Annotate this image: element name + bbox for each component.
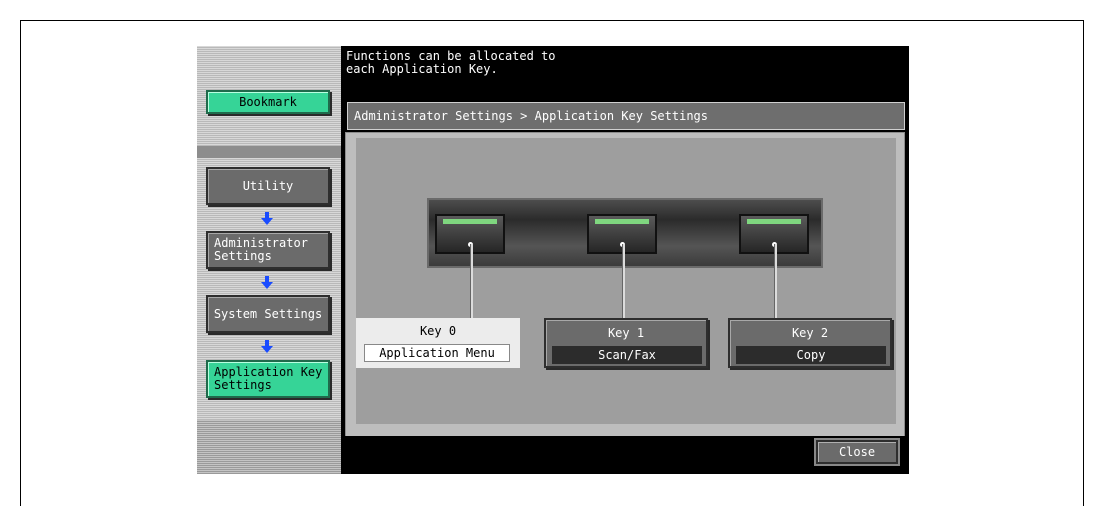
sidebar-item-administrator-settings[interactable]: Administrator Settings	[206, 231, 330, 269]
sidebar-footer	[197, 420, 341, 474]
key-0-name: Key 0	[419, 324, 457, 338]
message-area: Functions can be allocated to each Appli…	[341, 46, 909, 98]
key-0-value: Application Menu	[364, 344, 510, 362]
sidebar-item-system-settings[interactable]: System Settings	[206, 295, 330, 333]
key-1-button[interactable]: Key 1 Scan/Fax	[544, 318, 708, 368]
key-2-value: Copy	[736, 346, 886, 364]
arrow-down-icon	[260, 276, 274, 290]
key-layout-area	[356, 138, 896, 424]
close-button[interactable]: Close	[816, 440, 898, 464]
sidebar-item-utility[interactable]: Utility	[206, 167, 330, 205]
connector-line	[470, 244, 473, 318]
bookmark-button[interactable]: Bookmark	[206, 90, 330, 114]
arrow-down-icon	[260, 212, 274, 226]
arrow-down-icon	[260, 340, 274, 354]
sidebar-divider	[197, 146, 341, 158]
key-1-value: Scan/Fax	[552, 346, 702, 364]
key-2-name: Key 2	[791, 326, 829, 340]
control-panel-screen: Bookmark Utility Administrator Settings …	[197, 46, 909, 474]
connector-line	[774, 244, 777, 318]
breadcrumb: Administrator Settings > Application Key…	[347, 102, 905, 130]
key-1-name: Key 1	[607, 326, 645, 340]
key-0-box: Key 0 Application Menu	[356, 318, 520, 368]
connector-line	[622, 244, 625, 318]
message-line-2: each Application Key.	[346, 62, 498, 76]
sidebar-item-application-key-settings[interactable]: Application Key Settings	[206, 360, 330, 398]
key-2-button[interactable]: Key 2 Copy	[728, 318, 892, 368]
